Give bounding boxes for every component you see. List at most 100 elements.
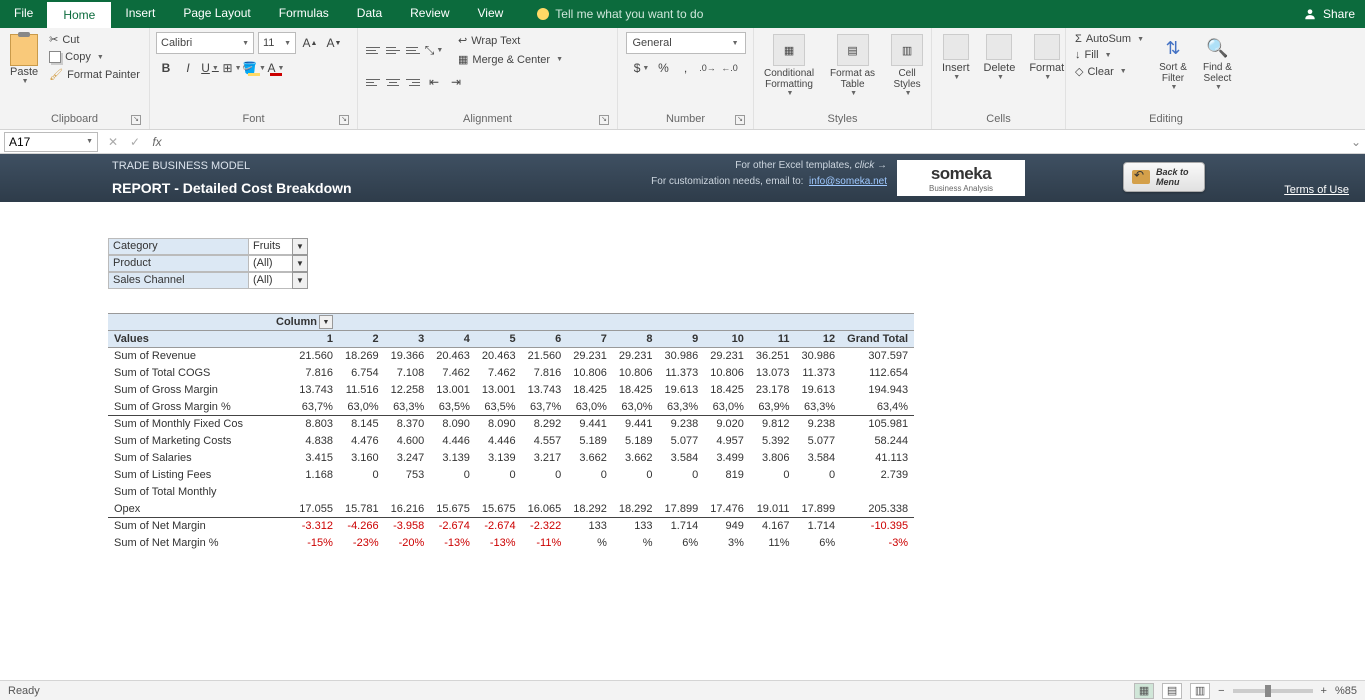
tab-file[interactable]: File — [0, 0, 47, 28]
font-family-dropdown[interactable]: Calibri▼ — [156, 32, 254, 54]
data-cell: 30.986 — [659, 348, 705, 365]
data-cell: -4.266 — [339, 518, 385, 535]
filter-channel-dropdown[interactable]: ▼ — [292, 272, 308, 289]
align-middle-button[interactable] — [384, 41, 402, 59]
status-ready: Ready — [8, 685, 40, 697]
italic-button[interactable]: I — [178, 58, 198, 78]
insert-function-button[interactable]: fx — [146, 131, 168, 153]
delete-cells-button[interactable]: Delete▼ — [980, 32, 1020, 111]
format-as-table-button[interactable]: ▤Format as Table▼ — [826, 32, 879, 111]
number-launcher[interactable]: ↘ — [735, 115, 745, 125]
decrease-font-button[interactable]: A▼ — [324, 33, 344, 53]
data-cell: 8.803 — [270, 416, 339, 433]
orientation-button[interactable]: ⤡▼ — [424, 40, 444, 60]
zoom-in-button[interactable]: + — [1321, 685, 1327, 697]
merge-center-button[interactable]: ▦Merge & Center▼ — [454, 51, 567, 68]
align-left-button[interactable] — [364, 73, 382, 91]
autosum-button[interactable]: ΣAutoSum▼ — [1072, 32, 1147, 46]
decrease-indent-button[interactable]: ⇤ — [424, 72, 444, 92]
clipboard-launcher[interactable]: ↘ — [131, 115, 141, 125]
data-cell: 63,3% — [385, 399, 431, 416]
filter-product-dropdown[interactable]: ▼ — [292, 255, 308, 272]
fill-button[interactable]: ↓Fill▼ — [1072, 48, 1147, 62]
cell-styles-label: Cell Styles — [893, 68, 920, 90]
bold-button[interactable]: B — [156, 58, 176, 78]
group-clipboard-label: Clipboard — [51, 113, 98, 125]
zoom-out-button[interactable]: − — [1218, 685, 1224, 697]
increase-indent-button[interactable]: ⇥ — [446, 72, 466, 92]
align-top-button[interactable] — [364, 41, 382, 59]
wrap-text-button[interactable]: ↩Wrap Text — [454, 32, 567, 49]
tell-me-search[interactable]: Tell me what you want to do — [537, 7, 703, 21]
align-bottom-button[interactable] — [404, 41, 422, 59]
email-link[interactable]: info@someka.net — [809, 176, 887, 187]
font-size-dropdown[interactable]: 11▼ — [258, 32, 296, 54]
name-box[interactable]: A17▼ — [4, 132, 98, 152]
tab-insert[interactable]: Insert — [111, 0, 169, 28]
cut-button[interactable]: ✂Cut — [46, 32, 143, 47]
back-to-menu-button[interactable]: Back toMenu — [1123, 162, 1205, 192]
chevron-down-icon: ▼ — [1105, 52, 1112, 59]
enter-formula-button[interactable]: ✓ — [124, 131, 146, 153]
page-break-view-button[interactable]: ▥ — [1190, 683, 1210, 699]
zoom-slider[interactable] — [1233, 689, 1313, 693]
format-cells-button[interactable]: Format▼ — [1025, 32, 1068, 111]
column-header: 11 — [750, 331, 796, 348]
number-format-dropdown[interactable]: General▼ — [626, 32, 746, 54]
row-label: Sum of Total Monthly — [108, 484, 270, 501]
data-cell: 11.373 — [796, 365, 842, 382]
format-painter-button[interactable]: 🖌Format Painter — [46, 67, 143, 82]
filter-category-dropdown[interactable]: ▼ — [292, 238, 308, 255]
percent-format-button[interactable]: % — [654, 58, 674, 78]
copy-button[interactable]: Copy▼ — [46, 50, 143, 64]
tell-me-label: Tell me what you want to do — [555, 7, 703, 21]
data-cell: 3.415 — [270, 450, 339, 467]
alignment-launcher[interactable]: ↘ — [599, 115, 609, 125]
data-cell: 18.425 — [704, 382, 750, 399]
number-format-value: General — [633, 37, 672, 49]
comma-format-button[interactable]: , — [676, 58, 696, 78]
borders-button[interactable]: ⊞▼ — [222, 58, 242, 78]
data-cell: 21.560 — [522, 348, 568, 365]
underline-button[interactable]: U▼ — [200, 58, 220, 78]
font-launcher[interactable]: ↘ — [339, 115, 349, 125]
tab-data[interactable]: Data — [343, 0, 396, 28]
normal-view-button[interactable]: ▦ — [1134, 683, 1154, 699]
logo: someka Business Analysis — [897, 160, 1025, 196]
clear-button[interactable]: ◇Clear▼ — [1072, 64, 1147, 79]
cancel-formula-button[interactable]: ✕ — [102, 131, 124, 153]
tab-view[interactable]: View — [464, 0, 518, 28]
find-select-button[interactable]: 🔍Find & Select▼ — [1199, 32, 1236, 111]
accounting-format-button[interactable]: $▼ — [632, 58, 652, 78]
expand-formula-bar-button[interactable]: ⌄ — [1347, 135, 1365, 149]
font-color-button[interactable]: A▼ — [266, 58, 286, 78]
page-layout-view-button[interactable]: ▤ — [1162, 683, 1182, 699]
group-cells-label: Cells — [986, 113, 1010, 125]
tab-review[interactable]: Review — [396, 0, 463, 28]
sort-filter-label: Sort & Filter — [1159, 62, 1187, 84]
zoom-level[interactable]: %85 — [1335, 685, 1357, 697]
column-dropdown[interactable]: ▼ — [319, 315, 333, 329]
sort-filter-button[interactable]: ⇅Sort & Filter▼ — [1155, 32, 1191, 111]
paste-button[interactable]: Paste ▼ — [6, 32, 42, 87]
align-right-button[interactable] — [404, 73, 422, 91]
cell-styles-button[interactable]: ▥Cell Styles▼ — [887, 32, 927, 111]
increase-decimal-button[interactable]: .0→ — [698, 58, 718, 78]
row-label: Sum of Listing Fees — [108, 467, 270, 484]
tab-home[interactable]: Home — [47, 0, 111, 28]
data-cell: 949 — [704, 518, 750, 535]
share-button[interactable]: Share — [1303, 7, 1355, 21]
tab-page-layout[interactable]: Page Layout — [169, 0, 264, 28]
tab-formulas[interactable]: Formulas — [265, 0, 343, 28]
fill-color-button[interactable]: 🪣▼ — [244, 58, 264, 78]
conditional-formatting-button[interactable]: ▦Conditional Formatting▼ — [760, 32, 818, 111]
formula-input[interactable] — [168, 132, 1347, 152]
increase-font-button[interactable]: A▲ — [300, 33, 320, 53]
align-center-button[interactable] — [384, 73, 402, 91]
data-cell: 17.899 — [796, 501, 842, 518]
insert-cells-button[interactable]: Insert▼ — [938, 32, 974, 111]
logo-subtext: Business Analysis — [929, 184, 993, 193]
terms-link[interactable]: Terms of Use — [1284, 184, 1349, 196]
row-label: Sum of Monthly Fixed Cos — [108, 416, 270, 433]
decrease-decimal-button[interactable]: ←.0 — [720, 58, 740, 78]
